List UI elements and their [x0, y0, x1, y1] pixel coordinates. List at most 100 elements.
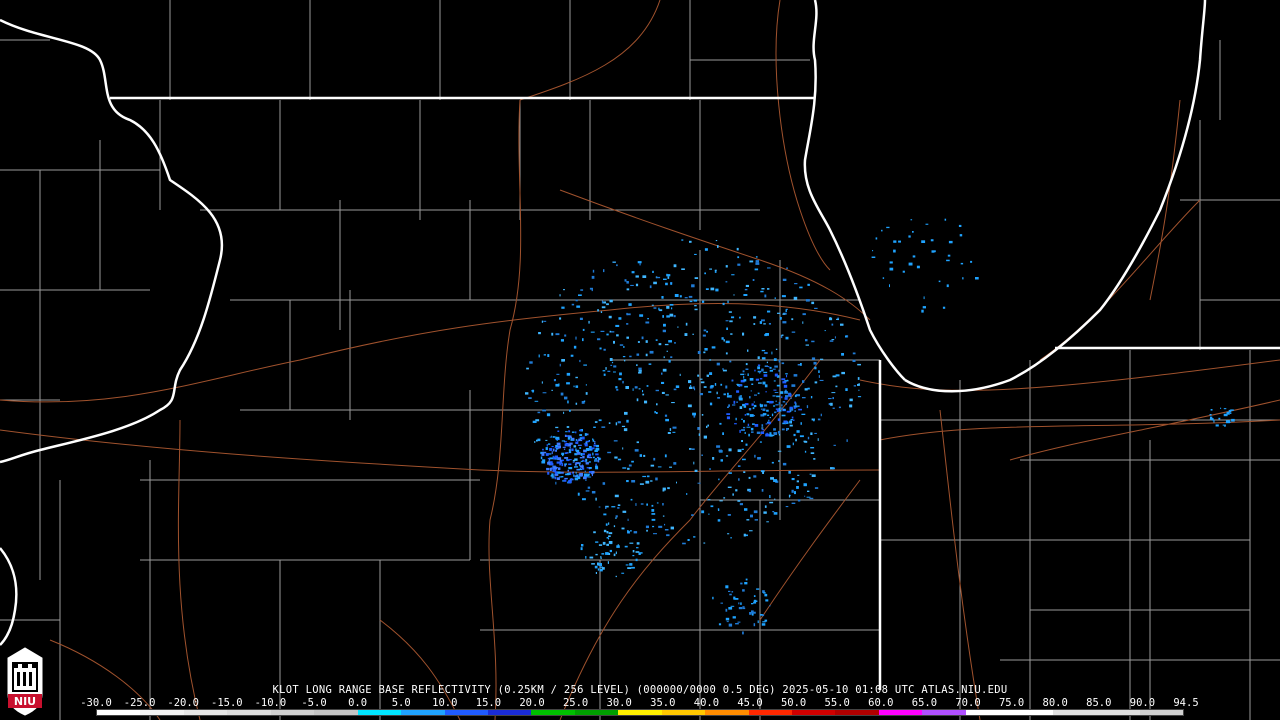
echo-pixel	[747, 349, 749, 352]
echo-pixel	[555, 449, 557, 452]
echo-pixel	[717, 245, 719, 248]
echo-pixel	[804, 440, 808, 443]
echo-pixel	[553, 379, 556, 382]
echo-pixel	[591, 275, 595, 279]
echo-pixel	[742, 332, 745, 336]
echo-pixel	[754, 519, 758, 521]
echo-pixel	[748, 490, 752, 493]
echo-pixel	[673, 462, 677, 465]
echo-pixel	[672, 431, 676, 433]
echo-pixel	[656, 276, 661, 279]
echo-pixel	[653, 533, 657, 535]
echo-pixel	[653, 281, 657, 285]
echo-pixel	[645, 321, 650, 324]
echo-pixel	[608, 422, 611, 424]
echo-pixel	[613, 440, 618, 442]
echo-pixel	[582, 455, 585, 459]
echo-pixel	[559, 294, 561, 297]
echo-pixel	[685, 322, 688, 326]
echo-pixel	[579, 359, 581, 363]
echo-pixel	[692, 333, 694, 335]
echo-pixel	[1230, 412, 1232, 414]
echo-pixel	[666, 315, 670, 318]
echo-pixel	[568, 467, 573, 470]
echo-pixel	[922, 306, 926, 309]
echo-pixel	[601, 426, 606, 428]
echo-pixel	[774, 392, 779, 393]
echo-pixel	[782, 313, 786, 315]
echo-pixel	[749, 530, 753, 532]
echo-pixel	[767, 288, 770, 290]
echo-pixel	[566, 473, 570, 476]
echo-pixel	[762, 381, 766, 385]
echo-pixel	[719, 500, 723, 502]
echo-pixel	[743, 379, 747, 382]
echo-pixel	[537, 411, 541, 414]
echo-pixel	[799, 286, 803, 289]
echo-pixel	[804, 450, 807, 453]
echo-pixel	[757, 366, 760, 370]
echo-pixel	[725, 617, 730, 621]
echo-pixel	[597, 338, 601, 341]
echo-pixel	[668, 359, 671, 363]
echo-pixel	[636, 398, 639, 402]
echo-pixel	[638, 370, 642, 372]
echo-pixel	[784, 397, 788, 400]
echo-pixel	[648, 363, 652, 365]
echo-pixel	[726, 327, 728, 330]
echo-pixel	[791, 478, 795, 481]
echo-pixel	[552, 436, 555, 438]
echo-pixel	[814, 432, 817, 434]
echo-pixel	[575, 462, 580, 465]
echo-pixel	[734, 423, 737, 425]
echo-pixel	[761, 424, 764, 427]
echo-pixel	[769, 366, 772, 369]
radar-map	[0, 0, 1280, 720]
echo-pixel	[632, 555, 635, 557]
echo-pixel	[580, 460, 583, 462]
colorbar-segment	[1052, 710, 1097, 715]
echo-pixel	[889, 261, 893, 264]
echo-pixel	[542, 448, 544, 451]
echo-pixel	[786, 445, 791, 448]
echo-pixel	[736, 247, 739, 251]
echo-pixel	[564, 334, 567, 337]
echo-pixel	[785, 373, 788, 375]
echo-pixel	[789, 420, 792, 424]
echo-pixel	[1218, 417, 1221, 420]
echo-pixel	[755, 262, 760, 265]
echo-pixel	[610, 364, 613, 366]
scale-tick-label: -15.0	[210, 697, 243, 709]
echo-pixel	[849, 398, 853, 402]
echo-pixel	[598, 563, 602, 566]
echo-pixel	[777, 430, 781, 434]
niu-logo-icon: NIU	[7, 647, 43, 716]
echo-pixel	[673, 388, 677, 391]
echo-pixel	[720, 602, 723, 604]
echo-pixel	[580, 547, 583, 551]
colorbar-segment	[922, 710, 966, 715]
echo-pixel	[554, 474, 559, 476]
echo-pixel	[561, 476, 564, 478]
echo-pixel	[712, 596, 714, 600]
echo-pixel	[687, 539, 690, 541]
echo-pixel	[567, 437, 570, 440]
scale-tick-label: 65.0	[911, 697, 938, 709]
echo-pixel	[559, 363, 561, 367]
echo-pixel	[792, 442, 794, 446]
echo-pixel	[564, 463, 567, 465]
echo-pixel	[934, 250, 936, 253]
echo-pixel	[726, 621, 729, 623]
colorbar-segment	[183, 710, 228, 715]
echo-pixel	[666, 350, 668, 352]
echo-pixel	[820, 413, 822, 417]
echo-pixel	[788, 393, 792, 397]
echo-pixel	[710, 385, 714, 388]
echo-pixel	[568, 449, 571, 452]
echo-pixel	[567, 400, 569, 404]
scale-tick-label: 50.0	[780, 697, 807, 709]
echo-pixel	[593, 531, 596, 534]
echo-pixel	[684, 297, 688, 299]
scale-tick-label: 60.0	[868, 697, 894, 709]
echo-pixel	[613, 525, 616, 528]
